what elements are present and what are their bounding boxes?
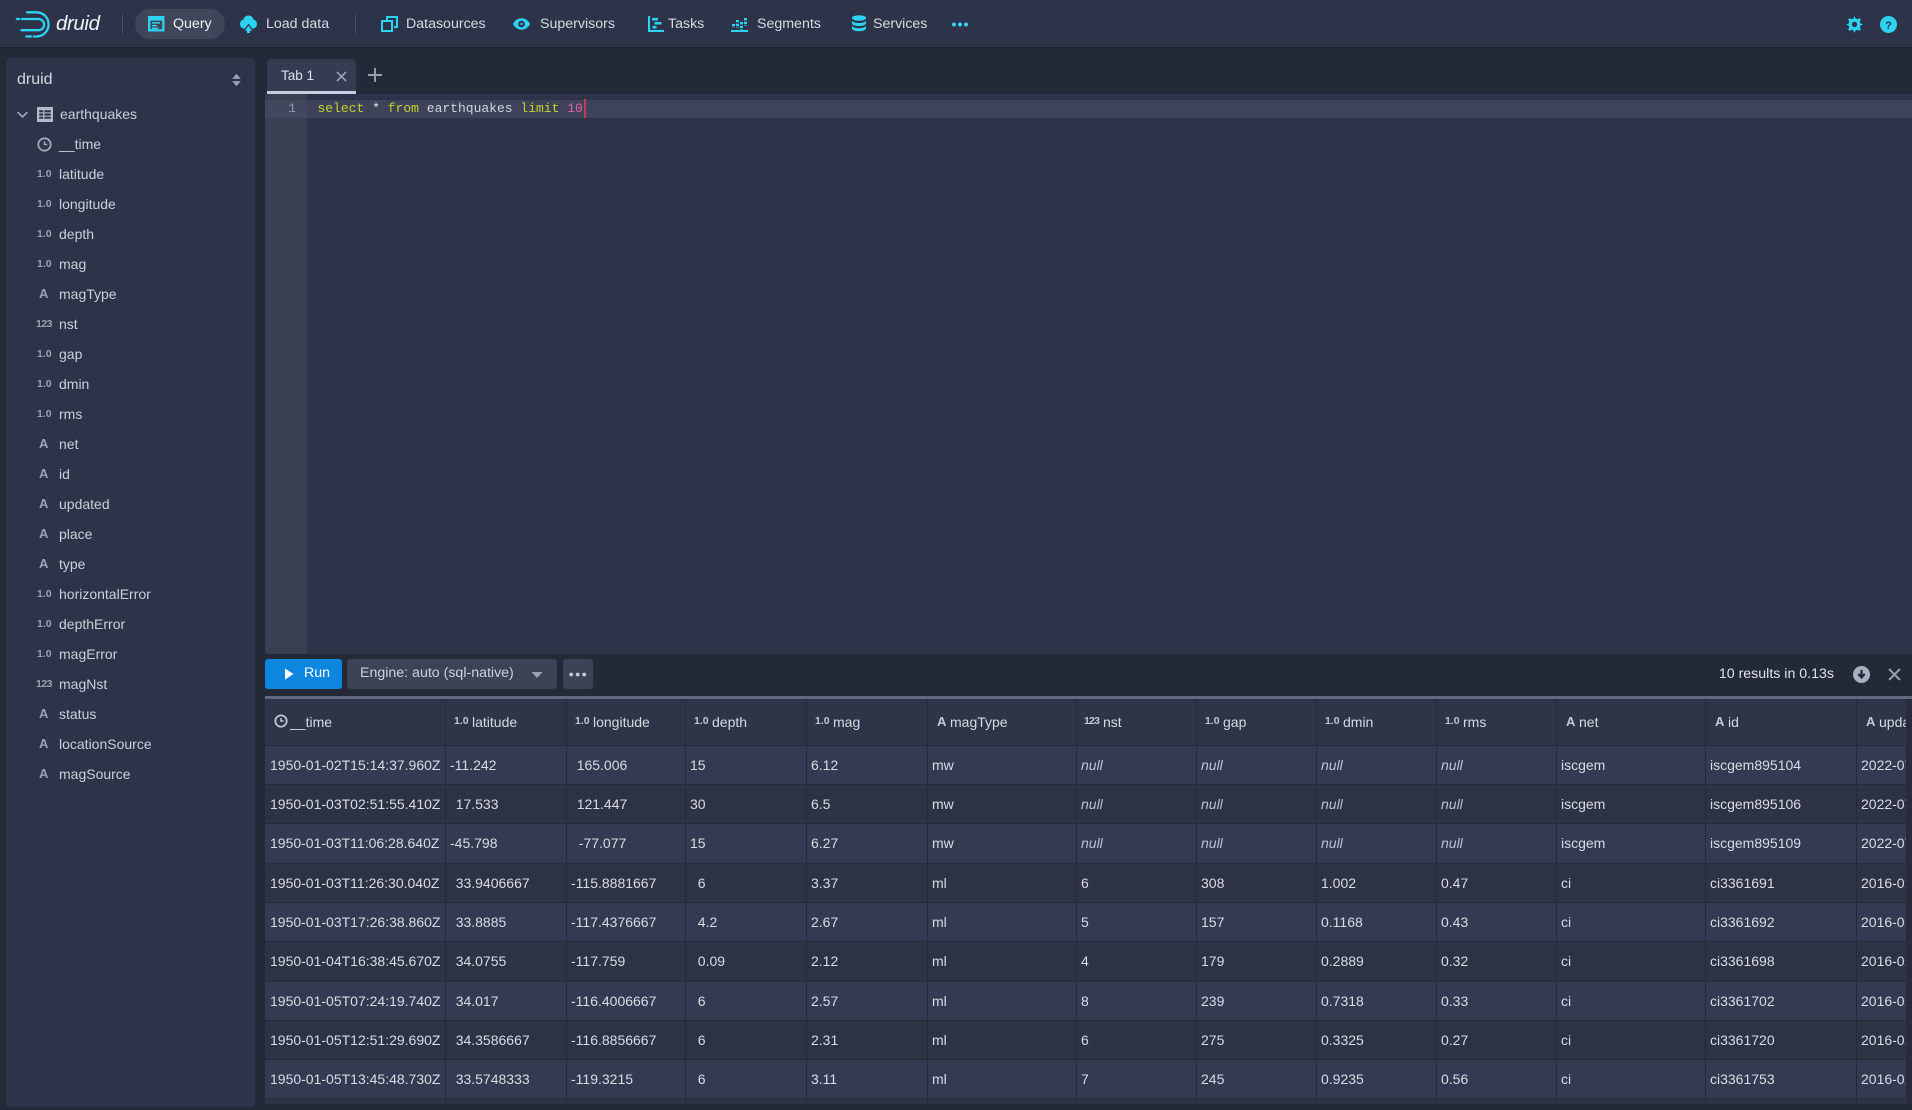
svg-text:?: ? (1885, 20, 1892, 32)
